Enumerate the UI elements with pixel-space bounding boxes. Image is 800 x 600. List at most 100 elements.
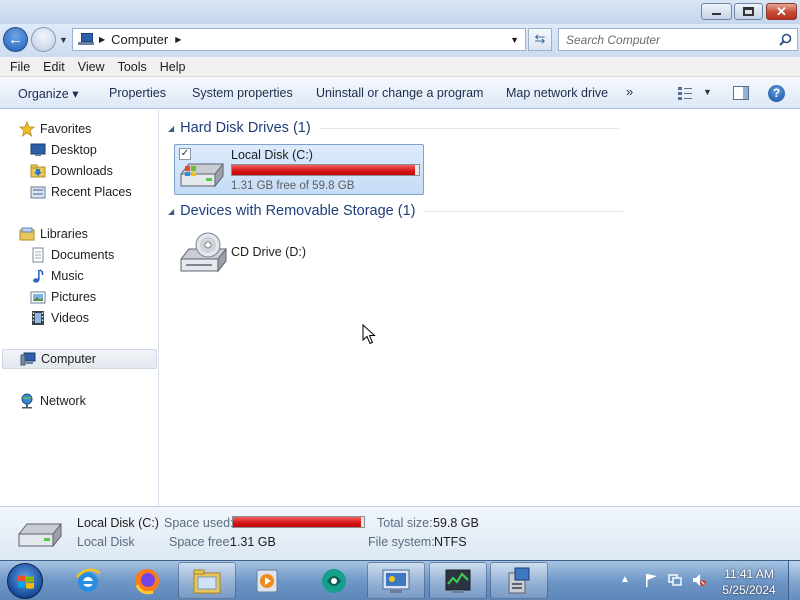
taskbar-windows-explorer[interactable] — [178, 562, 236, 599]
minimize-button[interactable] — [701, 3, 732, 20]
address-bar[interactable]: ▶ Computer ▶ ▼ — [72, 28, 526, 51]
breadcrumb-chevron-icon[interactable]: ▶ — [175, 35, 181, 44]
nav-documents[interactable]: Documents — [30, 245, 114, 265]
menu-tools[interactable]: Tools — [118, 57, 147, 76]
nav-favorites[interactable]: Favorites — [19, 119, 91, 139]
taskbar-media-player[interactable] — [238, 562, 296, 599]
pictures-icon — [30, 291, 46, 304]
file-system-label: File system: — [368, 535, 435, 549]
computer-icon — [78, 33, 94, 46]
libraries-icon — [19, 227, 35, 241]
nav-pictures[interactable]: Pictures — [30, 287, 96, 307]
nav-label: Network — [40, 394, 86, 408]
nav-recent-places[interactable]: Recent Places — [30, 182, 132, 202]
group-divider — [318, 127, 619, 129]
task-manager-icon — [445, 569, 471, 593]
taskbar-task-manager[interactable] — [429, 562, 487, 599]
group-removable-storage[interactable]: ◢ Devices with Removable Storage (1) — [168, 201, 624, 221]
group-hard-disk-drives[interactable]: ◢ Hard Disk Drives (1) — [168, 118, 619, 138]
system-properties-button[interactable]: System properties — [192, 86, 293, 100]
nav-videos[interactable]: Videos — [30, 308, 89, 328]
recent-places-icon — [30, 186, 46, 199]
nav-label: Favorites — [40, 122, 92, 136]
volume-muted-icon[interactable] — [692, 573, 706, 587]
nav-music[interactable]: Music — [30, 266, 84, 286]
search-box — [558, 28, 798, 51]
nav-libraries[interactable]: Libraries — [19, 224, 88, 244]
taskbar-installer[interactable] — [490, 562, 548, 599]
disk-usage-bar — [231, 164, 420, 176]
forward-button[interactable] — [31, 27, 56, 52]
breadcrumb-computer[interactable]: Computer — [111, 32, 168, 47]
show-desktop-button[interactable] — [788, 561, 800, 600]
menu-file[interactable]: File — [10, 57, 30, 76]
nav-desktop[interactable]: Desktop — [30, 140, 97, 160]
mouse-cursor-icon — [362, 324, 376, 345]
details-drive-name: Local Disk (C:) — [77, 516, 159, 530]
cd-drive-d-tile[interactable]: CD Drive (D:) — [174, 228, 334, 278]
taskbar-firefox[interactable] — [118, 562, 176, 599]
show-hidden-icons-button[interactable]: ▲ — [620, 573, 634, 587]
videos-icon — [32, 311, 44, 325]
map-network-drive-button[interactable]: Map network drive — [506, 86, 608, 100]
system-tray: ▲ — [620, 573, 716, 587]
taskbar-control-panel[interactable] — [367, 562, 425, 599]
uninstall-program-button[interactable]: Uninstall or change a program — [316, 86, 483, 100]
local-disk-c-tile[interactable]: ✓ Local Disk (C:) 1.31 GB free of 59.8 G… — [174, 144, 424, 195]
change-view-icon[interactable] — [678, 86, 692, 100]
view-options-dropdown-icon[interactable]: ▼ — [703, 87, 712, 97]
recent-pages-dropdown[interactable]: ▼ — [59, 35, 68, 45]
control-panel-icon — [382, 569, 410, 593]
hard-drive-icon — [18, 522, 62, 548]
app-teal-icon — [322, 568, 346, 593]
collapse-triangle-icon[interactable]: ◢ — [168, 207, 174, 216]
address-dropdown-icon[interactable]: ▼ — [510, 35, 519, 45]
clock-time: 11:41 AM — [724, 567, 774, 581]
details-usage-bar — [232, 516, 365, 528]
preview-pane-icon[interactable] — [733, 86, 749, 100]
group-title: Devices with Removable Storage (1) — [180, 203, 416, 219]
menu-help[interactable]: Help — [160, 57, 186, 76]
help-icon[interactable]: ? — [768, 85, 785, 102]
organize-button[interactable]: Organize ▾ — [18, 86, 78, 101]
nav-network[interactable]: Network — [19, 391, 86, 411]
nav-label: Downloads — [51, 164, 113, 178]
taskbar-app-teal[interactable] — [305, 562, 363, 599]
close-icon: ✕ — [776, 4, 787, 19]
breadcrumb-separator-icon[interactable]: ▶ — [99, 35, 105, 44]
search-icon[interactable] — [779, 33, 792, 46]
maximize-button[interactable] — [734, 3, 763, 20]
more-commands-button[interactable]: » — [626, 84, 633, 99]
nav-label: Music — [51, 269, 84, 283]
nav-label: Libraries — [40, 227, 88, 241]
system-clock[interactable]: 11:41 AM 5/25/2024 — [718, 566, 780, 598]
network-icon — [21, 393, 33, 409]
network-status-icon[interactable] — [668, 573, 682, 587]
close-button[interactable]: ✕ — [766, 3, 797, 20]
group-divider — [423, 210, 624, 212]
menu-view[interactable]: View — [78, 57, 105, 76]
command-bar: Organize ▾ Properties System properties … — [0, 77, 800, 109]
space-free-label: Space free: — [169, 535, 233, 549]
group-title: Hard Disk Drives (1) — [180, 120, 311, 136]
collapse-triangle-icon[interactable]: ◢ — [168, 124, 174, 133]
desktop-icon — [30, 143, 46, 156]
nav-downloads[interactable]: Downloads — [30, 161, 113, 181]
total-size-value: 59.8 GB — [433, 516, 479, 530]
properties-button[interactable]: Properties — [109, 86, 166, 100]
cd-drive-icon — [180, 232, 227, 273]
menu-edit[interactable]: Edit — [43, 57, 65, 76]
nav-label: Computer — [41, 352, 96, 366]
space-used-label: Space used: — [164, 516, 234, 530]
firefox-icon — [135, 568, 159, 594]
nav-label: Documents — [51, 248, 115, 262]
documents-icon — [32, 247, 44, 263]
taskbar-internet-explorer[interactable] — [59, 562, 117, 599]
back-button[interactable]: ← — [3, 27, 28, 52]
menu-bar: File Edit View Tools Help — [0, 57, 800, 77]
search-input[interactable] — [566, 32, 766, 47]
start-button[interactable] — [7, 563, 43, 599]
refresh-button[interactable]: ⇆ — [528, 28, 552, 51]
nav-computer[interactable]: Computer — [2, 349, 157, 369]
action-center-flag-icon[interactable] — [644, 573, 658, 587]
